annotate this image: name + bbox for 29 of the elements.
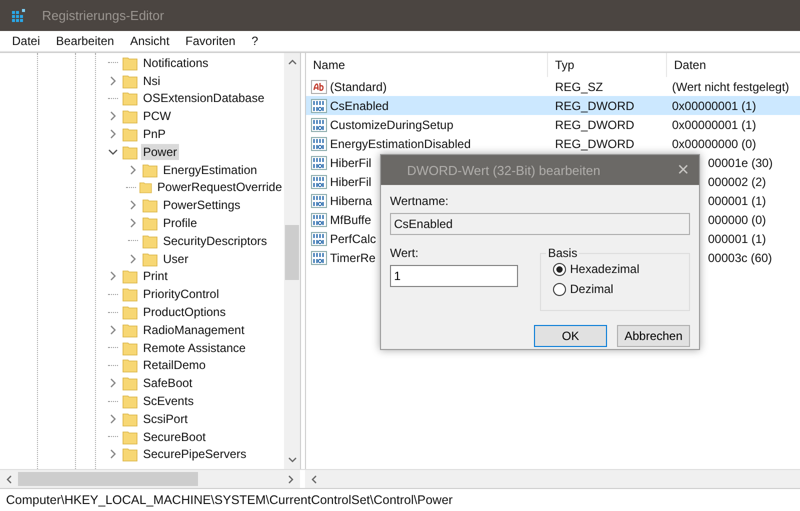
value-data: 0x00000000 (0) xyxy=(672,136,756,150)
value-type: REG_DWORD xyxy=(555,98,634,112)
value-data: 0x00000001 (1) xyxy=(672,118,756,132)
value-data: 000002 (2) xyxy=(708,174,766,188)
value-name: HiberFil xyxy=(330,174,372,188)
value-type: REG_DWORD xyxy=(555,136,634,150)
value-data: 0x00000001 (1) xyxy=(672,98,756,112)
value-name: EnergyEstimationDisabled xyxy=(330,136,471,150)
field-label: Wert: xyxy=(390,246,418,260)
value-data: 000001 (1) xyxy=(708,194,766,208)
window-title: Registrierungs-Editor xyxy=(42,8,164,23)
value-type: REG_DWORD xyxy=(555,118,634,132)
value-data: 000001 (1) xyxy=(708,232,766,246)
field-label: Wertname: xyxy=(390,194,448,208)
value-data: 000000 (0) xyxy=(708,212,766,226)
dialog-title: DWORD-Wert (32-Bit) bearbeiten xyxy=(407,162,600,178)
value-name: MfBuffe xyxy=(330,212,372,226)
value-data: 00001e (30) xyxy=(708,156,773,170)
value-name: CustomizeDuringSetup xyxy=(330,118,454,132)
value-name: CsEnabled xyxy=(330,98,389,112)
value-name: PerfCalc xyxy=(330,232,376,246)
value-data: 00003c (60) xyxy=(708,250,772,264)
value-name: Hiberna xyxy=(330,194,372,208)
value-type: REG_SZ xyxy=(555,80,604,94)
value-data: (Wert nicht festgelegt) xyxy=(672,80,790,94)
value-name: TimerRe xyxy=(330,250,376,264)
value-name: HiberFil xyxy=(330,156,372,170)
group-label: Basis xyxy=(546,246,580,260)
value-name: (Standard) xyxy=(330,80,387,94)
